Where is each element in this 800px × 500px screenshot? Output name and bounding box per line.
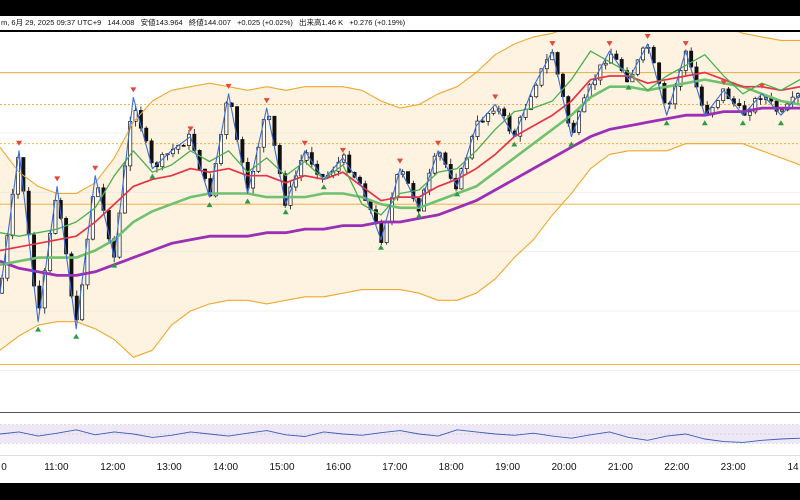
x-tick-label: 13:00 xyxy=(156,462,182,473)
x-tick-label: 14 xyxy=(787,462,799,473)
x-tick-label: 23:00 xyxy=(720,462,746,473)
x-tick-label: 17:00 xyxy=(382,462,408,473)
x-tick-label: 21:00 xyxy=(607,462,633,473)
candle-body xyxy=(534,84,539,98)
x-tick-label: 16:00 xyxy=(325,462,351,473)
swing-high-marker xyxy=(92,165,99,171)
swing-high-marker xyxy=(130,87,137,93)
swing-low-marker xyxy=(35,326,42,332)
oscillator-pane[interactable] xyxy=(0,413,800,455)
x-tick-label: 19:00 xyxy=(495,462,521,473)
ohlc-info-line: m, 6月 29, 2025 09:37 UTC+9 144.008 安値143… xyxy=(0,16,800,30)
candle-body xyxy=(480,120,485,123)
candle-body xyxy=(715,100,720,108)
candle-body xyxy=(651,46,656,64)
time-axis[interactable]: 0 11:00 12:00 13:00 14:00 15:00 16:00 17:00 18:0… xyxy=(0,455,800,484)
candle-body xyxy=(491,110,496,114)
candle-body xyxy=(187,133,191,146)
x-tick-label: 11:00 xyxy=(44,462,69,473)
stat-change: +0.025 (+0.02%) xyxy=(237,18,293,27)
stat-low: 安値143.964 xyxy=(140,18,183,27)
candle-body xyxy=(603,62,608,66)
candle-body xyxy=(737,103,742,106)
header-title-fragment: m, 6月 29, 2025 09:37 UTC+9 xyxy=(1,18,102,27)
candle-body xyxy=(747,111,752,116)
candle-body xyxy=(181,145,186,147)
x-tick-label: 12:00 xyxy=(100,462,126,473)
stat-close: 終値144.007 xyxy=(188,18,231,27)
swing-low-marker xyxy=(73,333,80,339)
x-tick-label: 20:00 xyxy=(551,462,577,473)
price-chart-svg[interactable] xyxy=(0,32,800,412)
candle-body xyxy=(144,127,149,142)
x-tick-label: 22:00 xyxy=(664,462,690,473)
oscillator-svg xyxy=(0,424,800,444)
x-tick-label: 14:00 xyxy=(213,462,239,473)
stat-high: 144.008 xyxy=(107,18,135,27)
candle-body xyxy=(758,98,763,100)
price-chart[interactable] xyxy=(0,32,800,412)
stat-volume: 出来高1.46 K xyxy=(298,18,344,27)
x-tick-label: 15:00 xyxy=(269,462,295,473)
x-tick-label: 18:00 xyxy=(438,462,464,473)
x-tick-label: 0 xyxy=(1,462,7,473)
candle-body xyxy=(614,53,619,60)
candle-body xyxy=(502,108,507,117)
bottom-toolbar xyxy=(0,483,800,500)
swing-high-marker xyxy=(54,176,61,182)
candle-body xyxy=(780,109,784,112)
stat-range: +0.276 (+0.19%) xyxy=(349,18,406,27)
